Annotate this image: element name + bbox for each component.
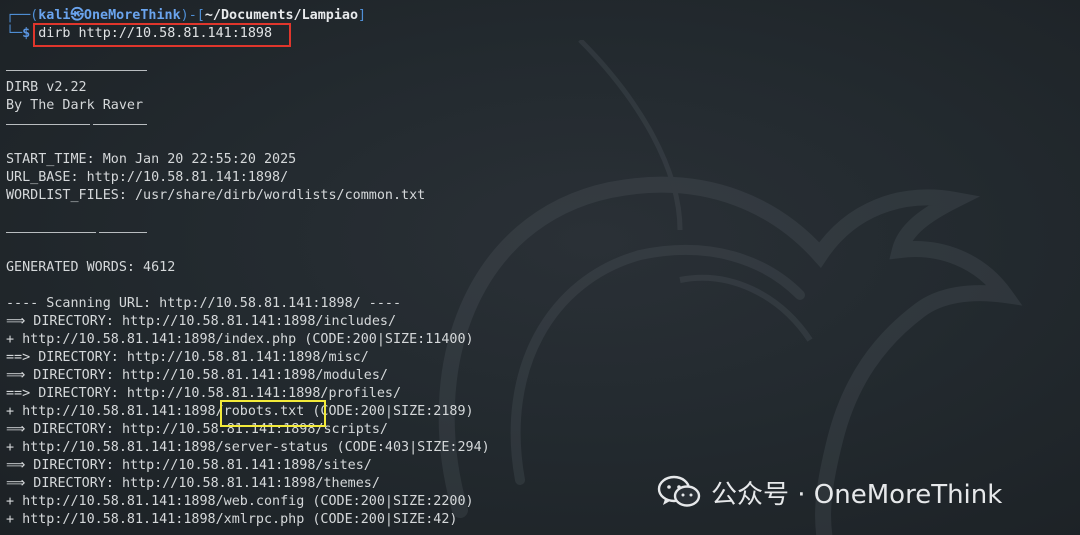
result-line: ⟹ DIRECTORY: http://10.58.81.141:1898/si…: [6, 458, 372, 473]
dirb-version: DIRB v2.22: [6, 80, 87, 95]
result-line: + http://10.58.81.141:1898/server-status…: [6, 440, 490, 455]
generated-words: GENERATED WORDS: 4612: [6, 260, 176, 275]
separator-rule: [6, 124, 147, 125]
result-line: ==> DIRECTORY: http://10.58.81.141:1898/…: [6, 386, 402, 401]
start-time: START_TIME: Mon Jan 20 22:55:20 2025: [6, 152, 297, 167]
watermark-text: 公众号 · OneMoreThink: [711, 479, 1003, 510]
result-line: + http://10.58.81.141:1898/index.php (CO…: [6, 332, 474, 347]
watermark: 公众号 · OneMoreThink: [657, 474, 1002, 510]
result-line: ⟹ DIRECTORY: http://10.58.81.141:1898/th…: [6, 476, 380, 491]
command-highlight-box: [33, 23, 291, 47]
prompt-dollar: $: [22, 26, 31, 41]
result-line: ==> DIRECTORY: http://10.58.81.141:1898/…: [6, 350, 369, 365]
scanning-url: ---- Scanning URL: http://10.58.81.141:1…: [6, 296, 402, 311]
robots-highlight-box: [220, 400, 326, 427]
dirb-author: By The Dark Raver: [6, 98, 144, 113]
result-line: + http://10.58.81.141:1898/xmlrpc.php (C…: [6, 512, 458, 527]
result-line: ⟹ DIRECTORY: http://10.58.81.141:1898/sc…: [6, 422, 388, 437]
terminal-window[interactable]: ┌──(kali㉿OneMoreThink)-[~/Documents/Lamp…: [0, 0, 1080, 535]
wechat-icon: [657, 475, 701, 507]
kali-dragon-background: [438, 40, 1023, 535]
result-line: + http://10.58.81.141:1898/web.config (C…: [6, 494, 474, 509]
separator-rule: [6, 232, 147, 233]
separator-rule: [6, 70, 147, 71]
result-line: ⟹ DIRECTORY: http://10.58.81.141:1898/mo…: [6, 368, 388, 383]
wordlist-files: WORDLIST_FILES: /usr/share/dirb/wordlist…: [6, 188, 426, 203]
result-line: ⟹ DIRECTORY: http://10.58.81.141:1898/in…: [6, 314, 397, 329]
prompt-path: ~/Documents/Lampiao: [204, 8, 359, 23]
url-base: URL_BASE: http://10.58.81.141:1898/: [6, 170, 289, 185]
prompt-user-host: kali㉿OneMoreThink: [38, 8, 181, 23]
